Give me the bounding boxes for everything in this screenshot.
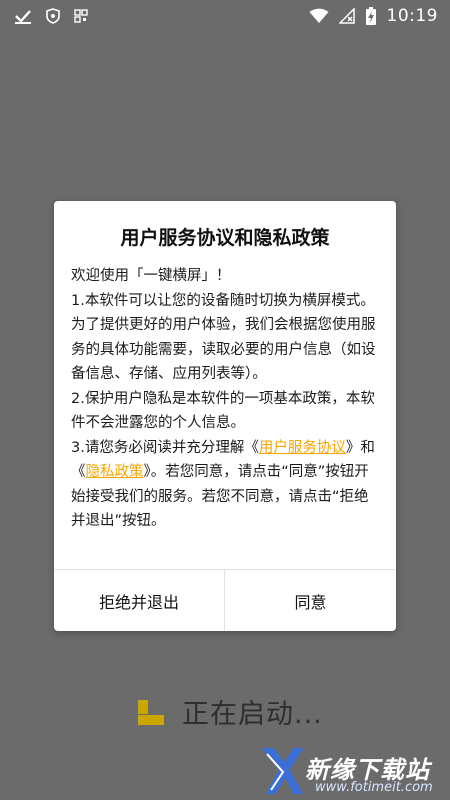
shield-icon bbox=[46, 8, 60, 24]
reject-exit-button[interactable]: 拒绝并退出 bbox=[54, 570, 224, 631]
agree-button[interactable]: 同意 bbox=[225, 570, 396, 631]
status-bar-left bbox=[0, 8, 88, 24]
paragraph-1: 1.本软件可以让您的设备随时切换为横屏模式。为了提供更好的用户体验，我们会根据您… bbox=[71, 292, 376, 383]
checkmark-notification-icon bbox=[14, 8, 32, 24]
no-sim-icon bbox=[338, 8, 355, 24]
status-bar: 10:19 bbox=[0, 0, 450, 32]
watermark-url: www.fotimeit.com bbox=[315, 780, 433, 795]
site-watermark: 新缘下载站 www.fotimeit.com bbox=[257, 742, 447, 800]
battery-charging-icon bbox=[365, 7, 377, 25]
welcome-line: 欢迎使用「一键横屏」！ bbox=[71, 268, 231, 284]
privacy-dialog: 用户服务协议和隐私政策 欢迎使用「一键横屏」！ 1.本软件可以让您的设备随时切换… bbox=[54, 201, 396, 631]
service-agreement-link[interactable]: 用户服务协议 bbox=[259, 440, 346, 456]
launching-text: 正在启动... bbox=[182, 699, 323, 730]
paragraph-3: 3.请您务必阅读并充分理解《用户服务协议》和《隐私政策》。若您同意，请点击“同意… bbox=[71, 436, 381, 534]
dialog-body: 欢迎使用「一键横屏」！ 1.本软件可以让您的设备随时切换为横屏模式。为了提供更好… bbox=[71, 264, 381, 534]
app-logo-icon bbox=[136, 697, 166, 727]
status-time: 10:19 bbox=[386, 6, 438, 26]
qr-icon bbox=[74, 9, 88, 23]
wifi-icon bbox=[309, 8, 329, 24]
dialog-title: 用户服务协议和隐私政策 bbox=[120, 227, 330, 249]
privacy-policy-link[interactable]: 隐私政策 bbox=[86, 464, 144, 480]
status-bar-right: 10:19 bbox=[309, 6, 450, 26]
paragraph-3-prefix: 3.请您务必阅读并充分理解《 bbox=[71, 439, 259, 456]
paragraph-2: 2.保护用户隐私是本软件的一项基本政策，本软件不会泄露您的个人信息。 bbox=[71, 390, 375, 432]
watermark-logo-icon bbox=[261, 748, 303, 794]
launch-indicator: 正在启动... bbox=[136, 692, 323, 731]
